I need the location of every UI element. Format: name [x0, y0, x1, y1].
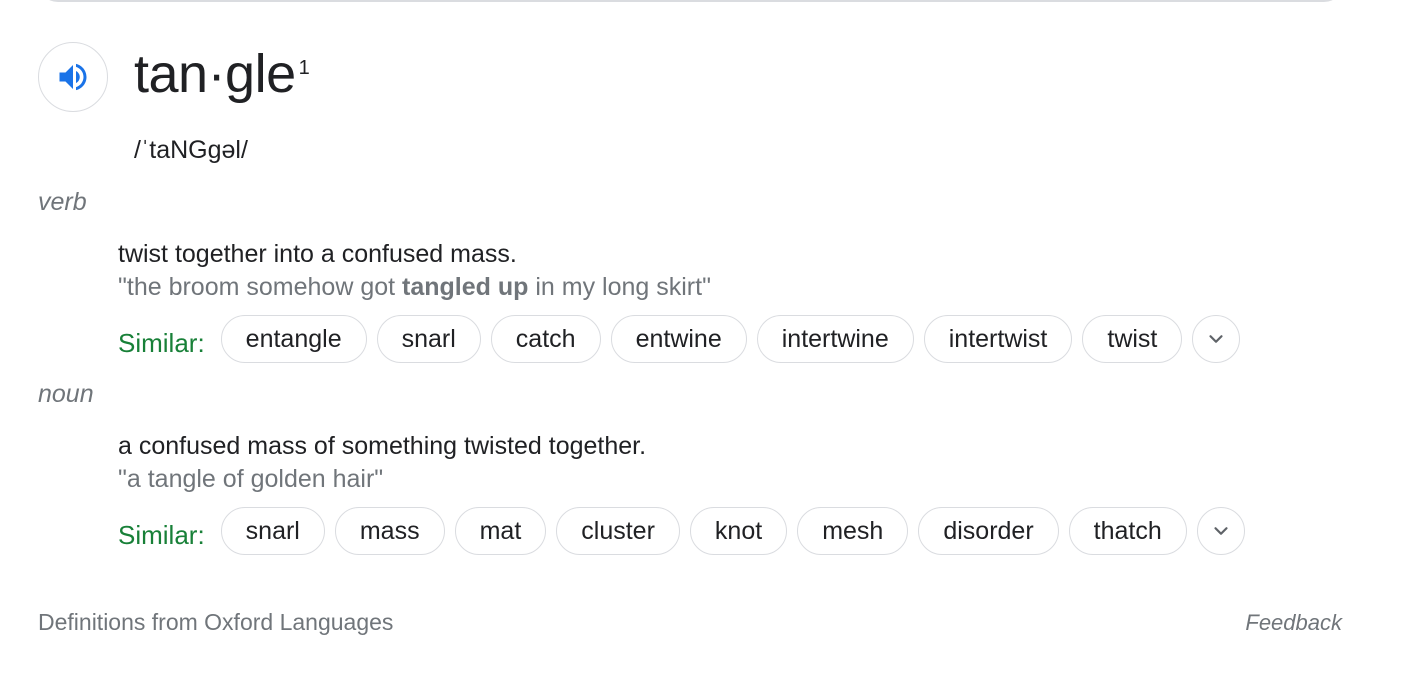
definition-verb: twist together into a confused mass.	[118, 240, 517, 268]
similar-chip[interactable]: mesh	[797, 507, 909, 555]
chevron-down-icon	[1214, 527, 1228, 535]
similar-chip[interactable]: catch	[490, 315, 601, 363]
homograph-number: 1	[298, 57, 310, 79]
example-verb-highlight: tangled up	[402, 273, 529, 301]
example-noun: "a tangle of golden hair"	[118, 465, 384, 493]
dictionary-card: tan·gle 1 /ˈtaNGɡəl/ verb twist together …	[0, 0, 1414, 674]
example-verb: "the broom somehow got tangled up in my …	[118, 271, 711, 303]
headword-text: tan·gle	[134, 44, 296, 104]
source-attribution[interactable]: Definitions from Oxford Languages	[38, 606, 393, 638]
example-verb-suffix: in my long skirt"	[528, 273, 711, 301]
similar-label: Similar:	[118, 519, 205, 550]
similar-chip[interactable]: mat	[454, 507, 547, 555]
similar-chip[interactable]: knot	[689, 507, 788, 555]
speaker-icon	[59, 63, 87, 91]
similar-chip[interactable]: thatch	[1068, 507, 1187, 555]
feedback-link[interactable]: Feedback	[1245, 607, 1342, 639]
similar-chip[interactable]: disorder	[918, 507, 1059, 555]
expand-similar-button[interactable]	[1196, 507, 1245, 555]
headword: tan·gle 1	[134, 38, 310, 110]
similar-chip[interactable]: entangle	[220, 315, 367, 363]
part-of-speech-noun: noun	[38, 380, 94, 408]
part-of-speech-verb: verb	[38, 188, 87, 216]
similar-chip[interactable]: mass	[334, 507, 445, 555]
pronunciation-audio-button[interactable]	[38, 42, 108, 112]
search-box-bottom-edge	[38, 0, 1344, 2]
similar-words-noun: Similar: snarl mass mat cluster knot mes…	[118, 506, 1245, 556]
similar-chip[interactable]: snarl	[220, 507, 325, 555]
similar-chip[interactable]: twist	[1082, 315, 1183, 363]
similar-chip[interactable]: snarl	[376, 315, 481, 363]
definition-noun: a confused mass of something twisted tog…	[118, 432, 647, 460]
similar-words-verb: Similar: entangle snarl catch entwine in…	[118, 314, 1241, 364]
expand-similar-button[interactable]	[1192, 315, 1241, 363]
similar-label: Similar:	[118, 327, 205, 358]
similar-chip[interactable]: intertwist	[923, 315, 1073, 363]
example-verb-prefix: "the broom somehow got	[118, 273, 403, 301]
similar-chip[interactable]: intertwine	[756, 315, 914, 363]
similar-chip[interactable]: cluster	[556, 507, 680, 555]
pronunciation-text: /ˈtaNGɡəl/	[134, 136, 248, 164]
similar-chip[interactable]: entwine	[610, 315, 747, 363]
chevron-down-icon	[1209, 335, 1223, 343]
